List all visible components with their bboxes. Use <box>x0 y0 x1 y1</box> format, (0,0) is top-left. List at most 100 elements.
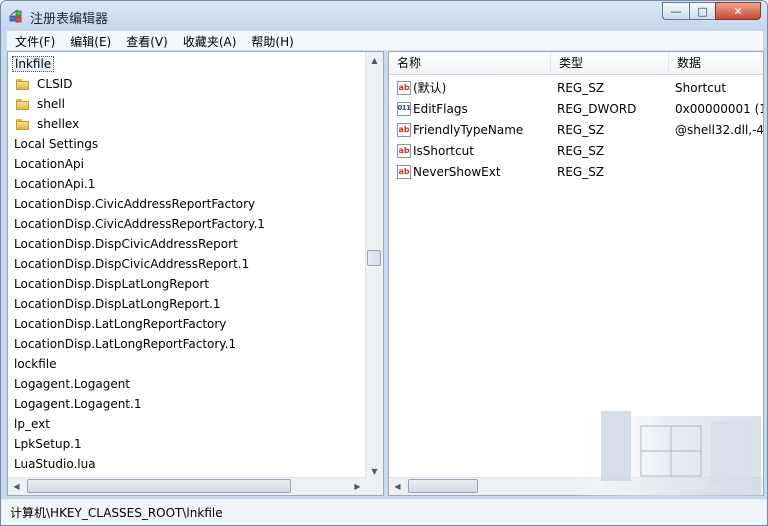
tree-item[interactable]: shell <box>14 95 67 113</box>
value-row[interactable]: ab (默认) REG_SZ Shortcut <box>389 77 763 98</box>
tree-item[interactable]: LocationDisp.CivicAddressReportFactory.1 <box>12 215 267 233</box>
menu-file[interactable]: 文件(F) <box>7 31 62 50</box>
tree-item-label: lp_ext <box>14 417 50 431</box>
tree-item-label: Local Settings <box>14 137 99 151</box>
value-data: Shortcut <box>675 80 727 95</box>
values-scroll-left-arrow-icon[interactable]: ◀ <box>389 478 406 495</box>
value-row[interactable]: ab IsShortcut REG_SZ <box>389 140 763 161</box>
tree-item[interactable]: LpkSetup.1 <box>12 435 84 453</box>
registry-editor-icon <box>9 9 22 23</box>
scroll-right-arrow-icon[interactable]: ▶ <box>349 478 366 495</box>
value-name-cell: ab IsShortcut <box>389 143 551 158</box>
window-title: 注册表编辑器 <box>30 12 109 27</box>
status-path: 计算机\HKEY_CLASSES_ROOT\lnkfile <box>10 506 223 520</box>
values-horizontal-scrollbar[interactable]: ◀ <box>389 477 763 495</box>
value-name: (默认) <box>413 81 447 95</box>
tree-item[interactable]: shellex <box>14 115 81 133</box>
tree-item-label: lnkfile <box>12 56 55 72</box>
tree-item-label: LocationDisp.DispLatLongReport <box>14 277 210 291</box>
tree-item-label: shell <box>37 97 65 111</box>
tree-vertical-scrollbar[interactable]: ▲ ▼ <box>365 52 383 480</box>
tree-item-label: LocationApi <box>14 157 84 171</box>
tree-item[interactable]: Local Settings <box>12 135 100 153</box>
window-controls: — □ ✕ <box>662 2 761 20</box>
tree-item[interactable]: LocationDisp.LatLongReportFactory <box>12 315 228 333</box>
value-name: IsShortcut <box>413 143 474 158</box>
menu-view[interactable]: 查看(V) <box>118 31 175 50</box>
folder-icon <box>16 98 29 110</box>
scroll-up-arrow-icon[interactable]: ▲ <box>366 52 383 69</box>
tree-item[interactable]: lockfile <box>12 355 59 373</box>
folder-icon <box>16 78 29 90</box>
scroll-corner <box>366 478 383 495</box>
tree-item-label: LuaStudio.lua <box>14 457 96 471</box>
minimize-button[interactable]: — <box>662 2 689 20</box>
menu-favorites[interactable]: 收藏夹(A) <box>175 31 244 50</box>
value-name-cell: ab FriendlyTypeName <box>389 122 551 137</box>
tree-item[interactable]: LocationDisp.LatLongReportFactory.1 <box>12 335 238 353</box>
tree-item-label: LocationDisp.LatLongReportFactory.1 <box>14 337 237 351</box>
tree-item[interactable]: lp_ext <box>12 415 52 433</box>
value-type: REG_SZ <box>557 143 605 158</box>
menu-edit[interactable]: 编辑(E) <box>62 31 118 50</box>
tree-item-label: LocationApi.1 <box>14 177 96 191</box>
tree-item[interactable]: LocationDisp.DispCivicAddressReport.1 <box>12 255 251 273</box>
title-bar[interactable]: 注册表编辑器 — □ ✕ <box>1 1 767 31</box>
tree-item-label: LocationDisp.DispLatLongReport.1 <box>14 297 221 311</box>
values-hscroll-thumb[interactable] <box>408 479 478 493</box>
values-pane: 名称 类型 数据 ab (默认) REG_SZ Shortcut 011 EditFlag… <box>388 51 764 496</box>
tree-item-label: LocationDisp.CivicAddressReportFactory.1 <box>14 217 265 231</box>
maximize-button[interactable]: □ <box>689 2 715 20</box>
column-type-header[interactable]: 类型 <box>551 52 669 74</box>
column-name-header[interactable]: 名称 <box>389 52 551 74</box>
string-value-icon: ab <box>397 80 411 95</box>
close-button[interactable]: ✕ <box>715 2 761 20</box>
tree-item[interactable]: LocationApi.1 <box>12 175 97 193</box>
tree-item[interactable]: lnkfile <box>12 55 55 73</box>
values-column-header: 名称 类型 数据 <box>389 52 763 75</box>
tree-item[interactable]: LocationDisp.DispLatLongReport <box>12 275 211 293</box>
tree-item[interactable]: LocationDisp.DispLatLongReport.1 <box>12 295 222 313</box>
tree-item[interactable]: CLSID <box>14 75 74 93</box>
string-value-icon: ab <box>397 122 411 137</box>
string-value-icon: ab <box>397 143 411 158</box>
tree-item[interactable]: LuaStudio.lua <box>12 455 98 473</box>
value-name: FriendlyTypeName <box>413 122 524 137</box>
value-type: REG_SZ <box>557 164 605 179</box>
tree-item-label: lockfile <box>14 357 57 371</box>
tree-item-label: LpkSetup.1 <box>14 437 82 451</box>
tree-horizontal-scrollbar[interactable]: ◀ ▶ <box>8 477 366 495</box>
tree-item-label: CLSID <box>37 77 73 91</box>
column-data-header[interactable]: 数据 <box>669 52 763 74</box>
tree-item[interactable]: Logagent.Logagent.1 <box>12 395 143 413</box>
folder-icon <box>16 118 29 130</box>
value-name-cell: 011 EditFlags <box>389 101 551 116</box>
scroll-left-arrow-icon[interactable]: ◀ <box>8 478 25 495</box>
tree-item-label: LocationDisp.DispCivicAddressReport.1 <box>14 257 250 271</box>
value-row[interactable]: 011 EditFlags REG_DWORD 0x00000001 (1 <box>389 98 764 119</box>
tree-scroll-thumb[interactable] <box>367 250 381 266</box>
status-bar: 计算机\HKEY_CLASSES_ROOT\lnkfile <box>1 498 767 525</box>
tree-item-label: Logagent.Logagent.1 <box>14 397 142 411</box>
value-data: @shell32.dll,-4 <box>675 122 764 137</box>
value-name: NeverShowExt <box>413 164 501 179</box>
menu-bar: 文件(F) 编辑(E) 查看(V) 收藏夹(A) 帮助(H) <box>7 31 763 51</box>
tree-item[interactable]: LocationDisp.DispCivicAddressReport <box>12 235 240 253</box>
tree-item-label: shellex <box>37 117 80 131</box>
tree-item[interactable]: LocationDisp.CivicAddressReportFactory <box>12 195 257 213</box>
tree-item[interactable]: LocationApi <box>12 155 86 173</box>
value-row[interactable]: ab FriendlyTypeName REG_SZ @shell32.dll,-4 <box>389 119 764 140</box>
string-value-icon: ab <box>397 164 411 179</box>
tree-item[interactable]: Logagent.Logagent <box>12 375 132 393</box>
tree-item-label: LocationDisp.CivicAddressReportFactory <box>14 197 256 211</box>
menu-help[interactable]: 帮助(H) <box>243 31 300 50</box>
value-data: 0x00000001 (1 <box>675 101 764 116</box>
tree-hscroll-thumb[interactable] <box>27 479 291 493</box>
binary-value-icon: 011 <box>397 101 411 116</box>
tree-item-label: LocationDisp.LatLongReportFactory <box>14 317 227 331</box>
value-name-cell: ab NeverShowExt <box>389 164 551 179</box>
registry-editor-window: 注册表编辑器 — □ ✕ 文件(F) 编辑(E) 查看(V) 收藏夹(A) 帮助… <box>0 0 768 526</box>
value-type: REG_DWORD <box>557 101 637 116</box>
value-row[interactable]: ab NeverShowExt REG_SZ <box>389 161 763 182</box>
key-tree-pane: lnkfile CLSID shell shellex Local Settings Lo… <box>7 51 384 496</box>
